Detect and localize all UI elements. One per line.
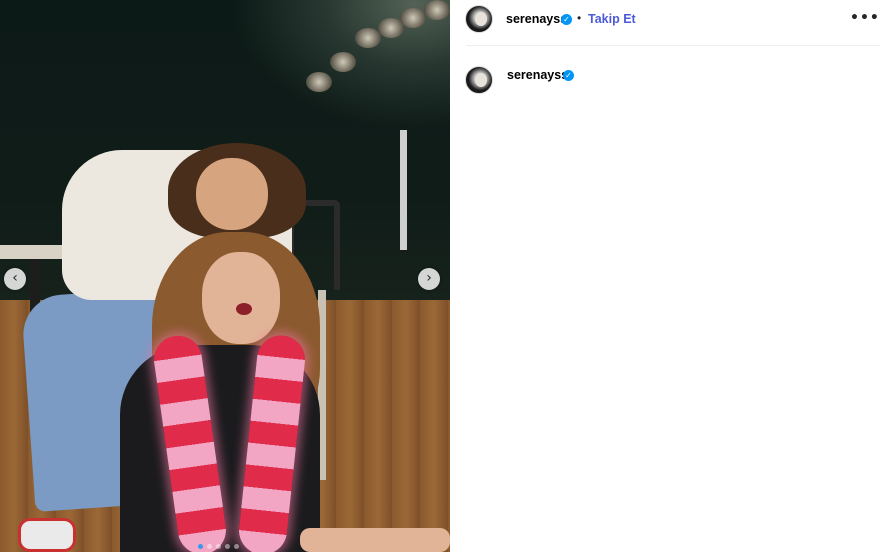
- verified-badge-icon: ✓: [563, 70, 574, 81]
- carousel-dot: [234, 544, 239, 549]
- caption-avatar[interactable]: [465, 66, 493, 94]
- post-media[interactable]: ‹ ›: [0, 0, 450, 552]
- more-options-icon[interactable]: •••: [850, 10, 880, 26]
- header-divider: [466, 45, 880, 46]
- photo-light: [355, 28, 381, 48]
- photo-light: [330, 52, 356, 72]
- carousel-next-button[interactable]: ›: [418, 268, 440, 290]
- header-separator: •: [577, 11, 582, 25]
- chevron-right-icon: ›: [426, 270, 432, 286]
- photo-light: [424, 0, 450, 20]
- carousel-dot: [216, 544, 221, 549]
- caption-username-link[interactable]: serenayss: [507, 68, 568, 82]
- carousel-dot: [198, 544, 203, 549]
- verified-badge-icon: ✓: [561, 14, 572, 25]
- photo-person2-face: [202, 252, 280, 344]
- chevron-left-icon: ‹: [12, 270, 18, 286]
- follow-button[interactable]: Takip Et: [588, 12, 636, 26]
- post-header: serenayss ✓ • Takip Et •••: [450, 0, 880, 46]
- carousel-dots: [198, 544, 239, 549]
- photo-pole: [400, 130, 407, 250]
- avatar[interactable]: [465, 5, 493, 33]
- carousel-dot: [207, 544, 212, 549]
- photo-person2-mouth: [236, 303, 252, 315]
- photo-person-shoe: [18, 518, 76, 552]
- header-username-link[interactable]: serenayss: [506, 12, 567, 26]
- carousel-dot: [225, 544, 230, 549]
- photo-light: [306, 72, 332, 92]
- photo-person-face: [196, 158, 268, 230]
- photo-light: [400, 8, 426, 28]
- photo-person2-leg: [300, 528, 450, 552]
- carousel-prev-button[interactable]: ‹: [4, 268, 26, 290]
- post-side-panel: serenayss ✓ • Takip Et ••• serenayss ✓: [450, 0, 880, 552]
